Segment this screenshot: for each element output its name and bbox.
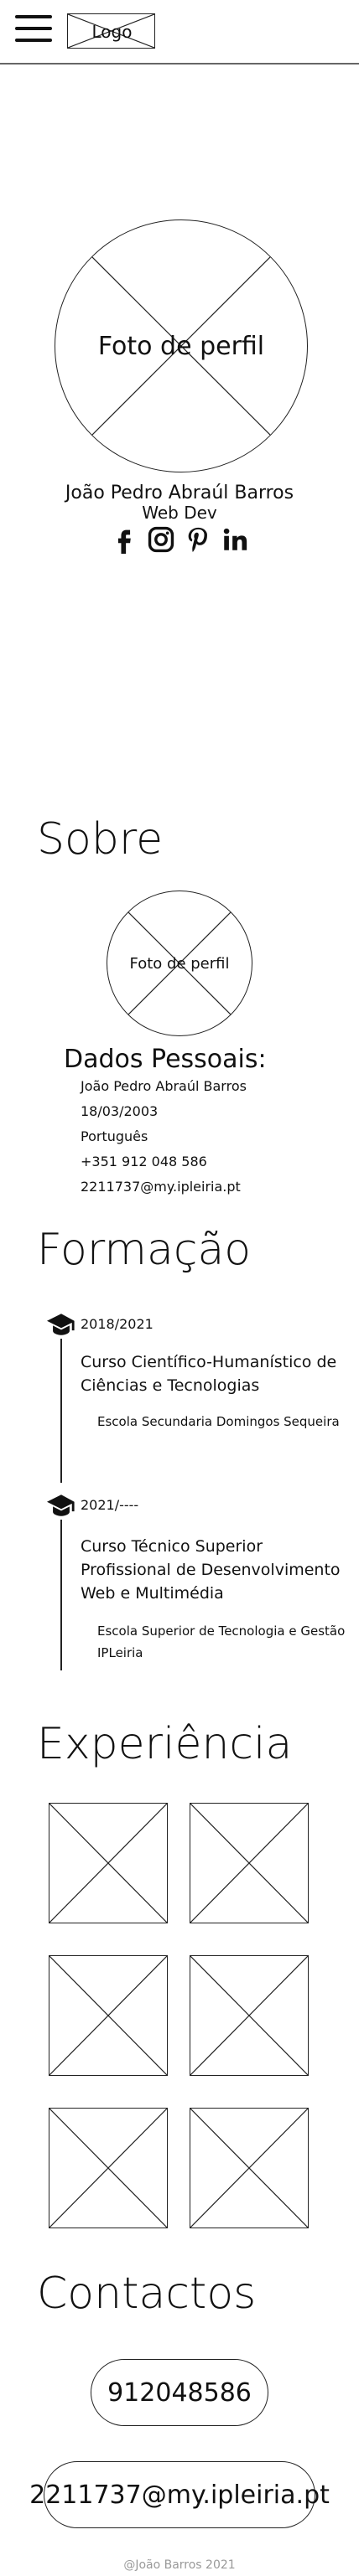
profile-photo-label: Foto de perfil: [97, 331, 265, 361]
experience-image-placeholder[interactable]: [49, 2108, 168, 2228]
about-photo-label: Foto de perfil: [129, 954, 230, 973]
experience-title: Experiência: [37, 1719, 293, 1769]
education-school: Escola Superior de Tecnologia e Gestão I…: [97, 1624, 346, 1660]
pinterest-icon[interactable]: [184, 524, 212, 555]
about-title: Sobre: [37, 814, 164, 865]
education-date: 2021/----: [81, 1497, 139, 1513]
social-links: [0, 524, 359, 555]
contact-email-button[interactable]: 2211737@my.ipleiria.pt: [29, 2461, 330, 2528]
contact-phone-button[interactable]: 912048586: [91, 2359, 268, 2426]
experience-image-placeholder[interactable]: [49, 1955, 168, 2076]
personal-email: 2211737@my.ipleiria.pt: [81, 1179, 241, 1195]
top-header: Logo: [0, 0, 359, 65]
education-school: Escola Secundaria Domingos Sequeira: [97, 1414, 340, 1429]
timeline-line: [60, 1339, 62, 1483]
contacts-title: Contactos: [37, 2269, 257, 2319]
experience-image-placeholder[interactable]: [190, 2108, 309, 2228]
linkedin-icon[interactable]: [221, 524, 249, 555]
personal-nationality: Português: [81, 1128, 148, 1144]
experience-image-placeholder[interactable]: [190, 1955, 309, 2076]
facebook-icon[interactable]: [110, 524, 138, 555]
education-title: Formação: [37, 1225, 252, 1275]
personal-phone: +351 912 048 586: [81, 1154, 207, 1169]
personal-data-title: Dados Pessoais:: [64, 1045, 267, 1074]
footer-copyright: @João Barros 2021: [123, 2558, 236, 2572]
instagram-icon[interactable]: [147, 524, 175, 555]
graduation-cap-icon: [47, 1494, 75, 1516]
education-date: 2018/2021: [81, 1316, 153, 1332]
personal-name: João Pedro Abraúl Barros: [81, 1078, 247, 1094]
hero-role: Web Dev: [142, 503, 217, 523]
logo-label: Logo: [91, 22, 133, 42]
personal-birthdate: 18/03/2003: [81, 1103, 159, 1119]
profile-photo-placeholder: Foto de perfil: [55, 219, 308, 472]
logo[interactable]: Logo: [67, 13, 155, 49]
hamburger-menu-icon[interactable]: [15, 15, 52, 45]
education-course: Curso Científico-Humanístico de Ciências…: [81, 1353, 337, 1395]
hero-name: João Pedro Abraúl Barros: [65, 483, 294, 503]
graduation-cap-icon: [47, 1314, 75, 1335]
timeline-line: [60, 1520, 62, 1670]
about-photo-placeholder: Foto de perfil: [107, 891, 252, 1036]
education-course: Curso Técnico Superior Profissional de D…: [81, 1537, 341, 1603]
experience-image-placeholder[interactable]: [49, 1803, 168, 1923]
experience-image-placeholder[interactable]: [190, 1803, 309, 1923]
